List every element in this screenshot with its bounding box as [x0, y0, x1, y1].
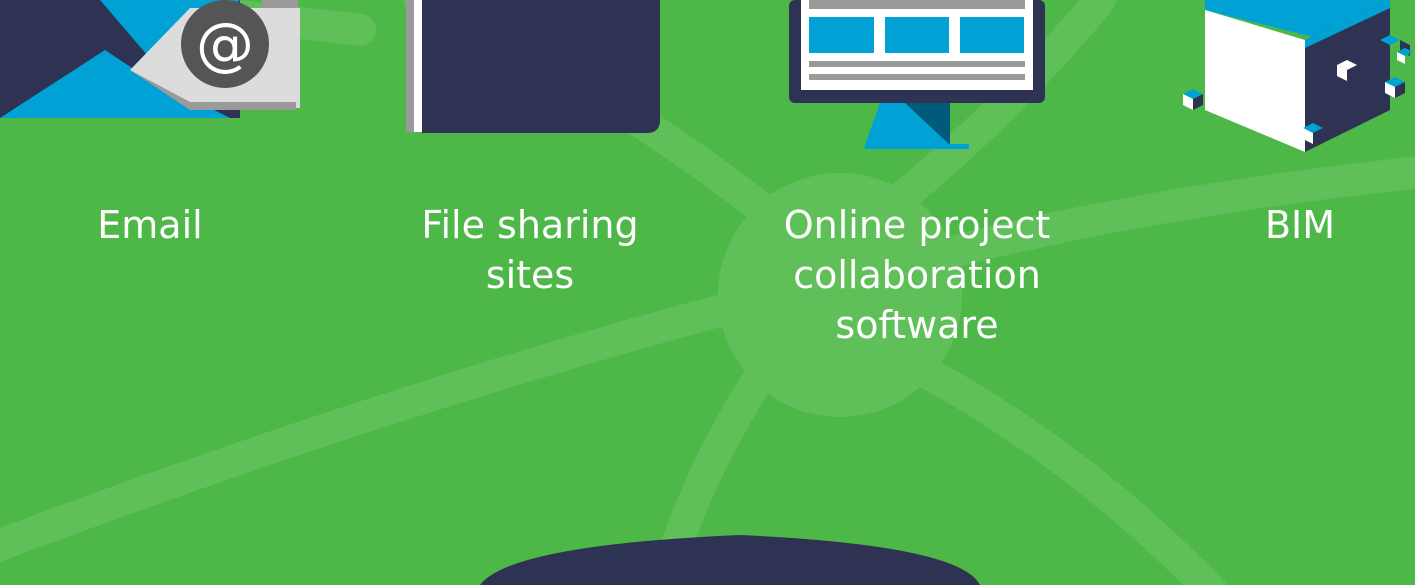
monitor-icon — [789, 0, 1045, 149]
bottom-navy-dome — [480, 535, 980, 585]
label-line: BIM — [1264, 203, 1336, 247]
label-line: Email — [97, 203, 203, 247]
cube-icon — [1183, 0, 1413, 152]
label-line: software — [835, 303, 999, 347]
folder-book-icon — [406, 0, 660, 133]
at-symbol: @ — [196, 10, 254, 78]
envelope-at-icon: @ — [0, 0, 300, 118]
label-line: sites — [485, 253, 575, 297]
label-line: Online project — [783, 203, 1051, 247]
bim-label: BIM — [1230, 200, 1370, 250]
file-sharing-label: File sharing sites — [390, 200, 670, 300]
label-line: File sharing — [421, 203, 639, 247]
label-line: collaboration — [793, 253, 1041, 297]
online-collab-label: Online project collaboration software — [752, 200, 1082, 350]
email-label: Email — [50, 200, 250, 250]
